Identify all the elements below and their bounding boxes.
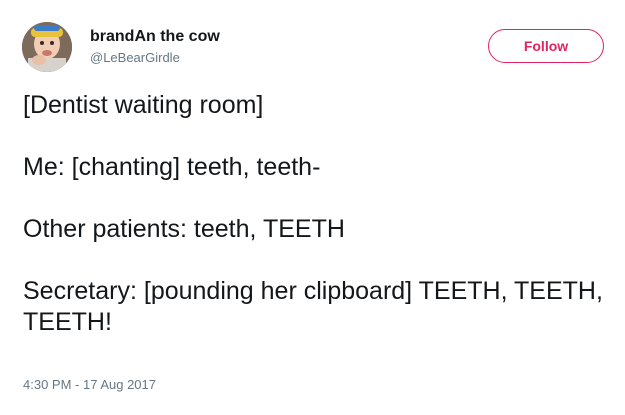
tweet-timestamp[interactable]: 4:30 PM - 17 Aug 2017 xyxy=(23,377,156,393)
tweet-card: brandAn the cow @LeBearGirdle Follow [De… xyxy=(0,0,625,415)
tweet-line: Me: [chanting] teeth, teeth- xyxy=(23,153,321,181)
user-handle[interactable]: @LeBearGirdle xyxy=(90,49,220,67)
follow-button[interactable]: Follow xyxy=(488,29,604,63)
avatar[interactable] xyxy=(22,22,72,72)
avatar-image xyxy=(22,22,72,72)
user-info: brandAn the cow @LeBearGirdle xyxy=(90,27,220,67)
tweet-line: [Dentist waiting room] xyxy=(23,91,264,119)
tweet-line: Secretary: [pounding her clipboard] TEET… xyxy=(23,277,603,336)
tweet-text: [Dentist waiting room] Me: [chanting] te… xyxy=(23,90,618,369)
display-name[interactable]: brandAn the cow xyxy=(90,27,220,47)
tweet-line: Other patients: teeth, TEETH xyxy=(23,215,345,243)
